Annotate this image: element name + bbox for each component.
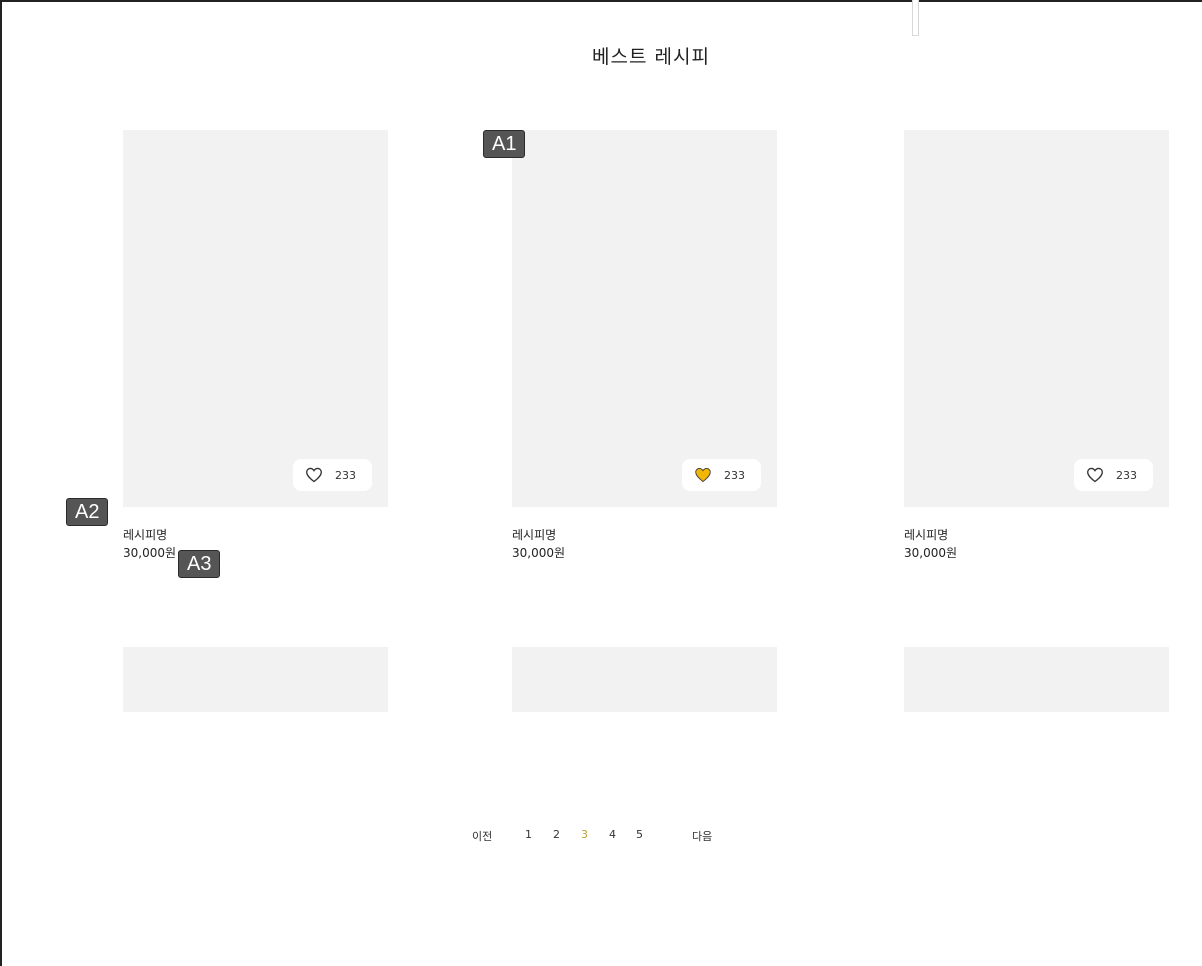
recipe-price: 30,000원: [123, 546, 177, 560]
page-link-5[interactable]: 5: [636, 828, 643, 841]
scroll-indicator: [912, 0, 919, 36]
recipe-card-image-row2[interactable]: [512, 647, 777, 712]
next-page-link[interactable]: 다음: [692, 828, 712, 844]
heart-outline-icon: [1087, 467, 1103, 483]
annotation-badge-a1: A1: [483, 130, 526, 158]
like-button[interactable]: 233: [682, 459, 761, 491]
like-button[interactable]: 233: [1074, 459, 1153, 491]
like-count: 233: [1116, 468, 1137, 482]
recipe-name[interactable]: 레시피명: [512, 526, 777, 544]
recipe-card[interactable]: 233 레시피명 30,000원: [512, 130, 777, 562]
recipe-name[interactable]: 레시피명: [123, 526, 388, 544]
page-title: 베스트 레시피: [592, 46, 710, 68]
page-link-3-current[interactable]: 3: [581, 828, 588, 841]
like-button[interactable]: 233: [293, 459, 372, 491]
page-link-2[interactable]: 2: [553, 828, 560, 841]
recipe-card-image-row2[interactable]: [123, 647, 388, 712]
annotation-badge-a3: A3: [178, 550, 221, 578]
heart-filled-icon: [695, 468, 711, 483]
recipe-card-image-row2[interactable]: [904, 647, 1169, 712]
page-link-4[interactable]: 4: [609, 828, 616, 841]
prev-page-link[interactable]: 이전: [472, 828, 492, 844]
recipe-card[interactable]: 233 레시피명 30,000원: [904, 130, 1169, 562]
recipe-image[interactable]: 233: [904, 130, 1169, 507]
recipe-image[interactable]: 233: [512, 130, 777, 507]
like-count: 233: [335, 468, 356, 482]
heart-outline-icon: [306, 467, 322, 483]
recipe-image[interactable]: 233: [123, 130, 388, 507]
recipe-name[interactable]: 레시피명: [904, 526, 1169, 544]
recipe-price: 30,000원: [512, 546, 566, 560]
recipe-price: 30,000원: [904, 546, 958, 560]
like-count: 233: [724, 468, 745, 482]
annotation-badge-a2: A2: [66, 498, 109, 526]
recipe-card[interactable]: 233 레시피명 30,000원: [123, 130, 388, 562]
pagination: 이전 1 2 3 4 5 다음: [0, 828, 1202, 846]
page-link-1[interactable]: 1: [525, 828, 532, 841]
